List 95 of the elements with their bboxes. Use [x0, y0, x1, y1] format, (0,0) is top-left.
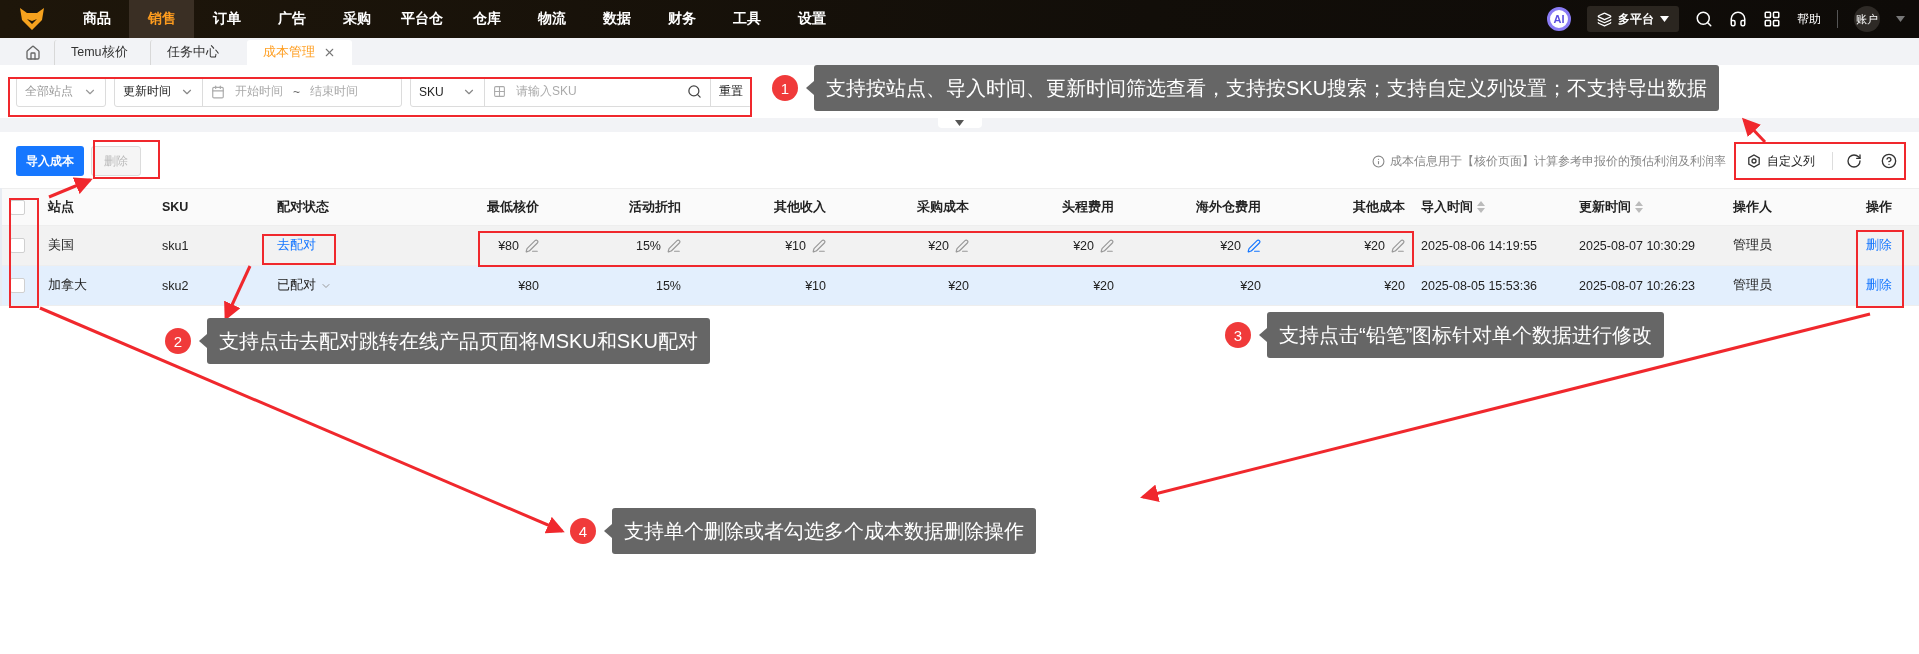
- grid-icon: [493, 85, 506, 98]
- cost-value: ¥20: [1240, 278, 1261, 293]
- nav-item[interactable]: 商品: [64, 0, 129, 38]
- layers-icon: [1597, 11, 1612, 27]
- column-header: 其他收入: [689, 188, 834, 226]
- step-number: 2: [165, 328, 191, 354]
- column-header: 站点: [40, 188, 154, 226]
- pencil-icon[interactable]: [955, 238, 969, 253]
- caret-icon: [1660, 16, 1669, 22]
- column-header: 更新时间: [1571, 188, 1725, 226]
- nav-item[interactable]: 广告: [259, 0, 324, 38]
- pencil-icon[interactable]: [1100, 238, 1114, 253]
- pencil-icon[interactable]: [1391, 238, 1405, 253]
- headset-icon[interactable]: [1729, 10, 1747, 28]
- platform-dropdown[interactable]: 多平台: [1587, 6, 1679, 32]
- settings-icon: [1747, 154, 1761, 168]
- pencil-icon[interactable]: [812, 238, 826, 253]
- table-cell: 管理员: [1725, 266, 1839, 306]
- nav-item[interactable]: 平台仓: [389, 0, 454, 38]
- logo-icon: [20, 8, 44, 30]
- nav-item[interactable]: 订单: [194, 0, 259, 38]
- delete-link[interactable]: 删除: [1866, 237, 1892, 254]
- cost-value: ¥10: [785, 238, 806, 253]
- nav-item[interactable]: 物流: [519, 0, 584, 38]
- callout-text: 支持单个删除或者勾选多个成本数据删除操作: [612, 508, 1036, 554]
- caret-icon: [1896, 16, 1905, 22]
- nav-item[interactable]: 工具: [714, 0, 779, 38]
- column-header: 配对状态: [269, 188, 419, 226]
- search-icon: [687, 84, 702, 99]
- grid-icon[interactable]: [1763, 10, 1781, 28]
- info-text: 成本信息用于【核价页面】计算参考申报价的预估利润及利润率: [1390, 153, 1726, 169]
- info-icon: [1372, 154, 1385, 168]
- collapse-handle[interactable]: [937, 118, 982, 128]
- step-number: 4: [570, 518, 596, 544]
- cost-value: ¥80: [518, 278, 539, 293]
- nav-item[interactable]: 财务: [649, 0, 714, 38]
- table-cell: 美国: [40, 226, 154, 266]
- table-cell: sku2: [154, 266, 269, 306]
- cost-value: 15%: [635, 238, 661, 253]
- column-header: 其他成本: [1269, 188, 1413, 226]
- table-cell: 2025-08-07 10:26:23: [1571, 266, 1725, 306]
- pair-status-dropdown[interactable]: 已配对: [277, 277, 332, 294]
- arrow: [48, 177, 93, 199]
- sort-icon: [1477, 201, 1485, 213]
- column-header: 头程费用: [977, 188, 1122, 226]
- caret-icon: [955, 120, 964, 126]
- pencil-icon[interactable]: [525, 238, 539, 253]
- column-header: 最低核价: [419, 188, 547, 226]
- column-header: 操作人: [1725, 188, 1839, 226]
- sort-icon: [1635, 201, 1643, 213]
- table-cell: 2025-08-05 15:53:36: [1413, 266, 1571, 306]
- nav-item[interactable]: 仓库: [454, 0, 519, 38]
- cost-value: ¥10: [805, 278, 826, 293]
- cost-value: ¥80: [498, 238, 519, 253]
- highlight-frame: [93, 140, 160, 179]
- pencil-icon[interactable]: [1247, 238, 1261, 253]
- step-number: 3: [1225, 322, 1251, 348]
- callout-text: 支持点击“铅笔”图标针对单个数据进行修改: [1267, 312, 1665, 358]
- cost-value: ¥20: [1364, 238, 1385, 253]
- nav-item[interactable]: 销售: [129, 0, 194, 38]
- table-cell: 加拿大: [40, 266, 154, 306]
- column-header: 采购成本: [834, 188, 977, 226]
- nav-item[interactable]: 数据: [584, 0, 649, 38]
- delete-link[interactable]: 删除: [1866, 277, 1892, 294]
- cost-value: ¥20: [1073, 238, 1094, 253]
- table-cell: 2025-08-06 14:19:55: [1413, 226, 1571, 266]
- column-header: 操作: [1839, 188, 1919, 226]
- cost-value: ¥20: [928, 238, 949, 253]
- column-header: 海外仓费用: [1122, 188, 1269, 226]
- column-header: 活动折扣: [547, 188, 689, 226]
- cost-value: ¥20: [1093, 278, 1114, 293]
- table-cell: sku1: [154, 226, 269, 266]
- column-header: SKU: [154, 188, 269, 226]
- home-icon: [25, 44, 41, 61]
- cost-value: 15%: [655, 278, 681, 293]
- arrow: [1741, 117, 1767, 144]
- table-cell: 2025-08-07 10:30:29: [1571, 226, 1725, 266]
- search-type-select[interactable]: SKU: [411, 77, 485, 106]
- callout-text: 支持点击去配对跳转在线产品页面将MSKU和SKU配对: [207, 318, 710, 364]
- search-icon[interactable]: [1695, 10, 1713, 28]
- pencil-icon[interactable]: [667, 238, 681, 253]
- pair-link[interactable]: 去配对: [277, 237, 316, 254]
- column-header: 导入时间: [1413, 188, 1571, 226]
- cost-value: ¥20: [1220, 238, 1241, 253]
- table-cell: 管理员: [1725, 226, 1839, 266]
- import-button[interactable]: 导入成本: [16, 146, 84, 176]
- cost-value: ¥20: [1384, 278, 1405, 293]
- ai-badge[interactable]: AI: [1547, 7, 1571, 31]
- callout-text: 支持按站点、导入时间、更新时间筛选查看，支持按SKU搜索；支持自定义列设置；不支持导出数据: [814, 65, 1720, 111]
- account-avatar[interactable]: 账户: [1854, 6, 1880, 32]
- nav-item[interactable]: 设置: [779, 0, 844, 38]
- cost-value: ¥20: [948, 278, 969, 293]
- custom-columns-button[interactable]: 自定义列: [1733, 152, 1825, 170]
- nav-item[interactable]: 采购: [324, 0, 389, 38]
- help-link[interactable]: 帮助: [1797, 10, 1821, 28]
